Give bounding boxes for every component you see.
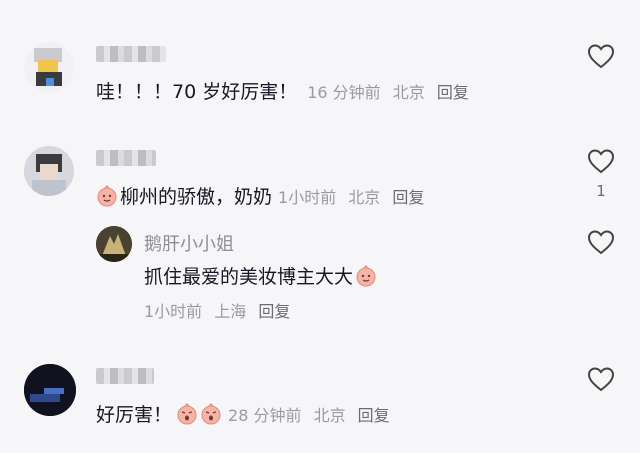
comment-list: 哇！！！70 岁好厉害！ 16 分钟前 北京 回复 柳州的骄傲，奶奶 1小时前 … [0, 0, 640, 453]
avatar[interactable] [24, 364, 76, 416]
comment-time: 1小时前 [278, 187, 337, 207]
comment-location: 北京 [348, 187, 381, 207]
like-heart-icon[interactable] [587, 148, 615, 174]
reply-button[interactable]: 回复 [392, 188, 424, 207]
comment-location: 北京 [392, 82, 425, 102]
reply-text-row: 抓住最爱的美妆博主大大 [144, 262, 377, 289]
reply-location: 上海 [214, 302, 247, 321]
avatar[interactable] [24, 146, 74, 196]
like-count: 1 [596, 182, 606, 200]
comment-text: 好厉害！ [96, 404, 173, 426]
reply-meta-row: 1小时前 上海 回复 [144, 298, 297, 322]
smile-blush-emoji [96, 184, 118, 207]
avatar[interactable] [24, 42, 74, 92]
comment-text-row: 柳州的骄傲，奶奶 1小时前 北京 回复 [96, 182, 431, 209]
comment-time: 28 分钟前 [228, 405, 302, 425]
reply-button[interactable]: 回复 [437, 83, 469, 102]
reply-username[interactable]: 鹅肝小小姐 [144, 230, 234, 256]
username-blurred[interactable] [96, 368, 154, 384]
reply-button[interactable]: 回复 [258, 302, 290, 321]
username-blurred[interactable] [96, 150, 156, 166]
reply-time: 1小时前 [144, 302, 203, 321]
username-blurred[interactable] [96, 46, 166, 62]
smile-blush-emoji [355, 264, 377, 287]
like-heart-icon[interactable] [587, 43, 615, 69]
reply-button[interactable]: 回复 [358, 406, 390, 425]
like-heart-icon[interactable] [587, 366, 615, 392]
like-heart-icon[interactable] [587, 229, 615, 255]
comment-text-row: 哇！！！70 岁好厉害！ 16 分钟前 北京 回复 [96, 77, 476, 104]
comment-text-row: 好厉害！ 28 分钟前 北京 回复 [96, 400, 397, 427]
comment-meta: 16 分钟前 北京 回复 [307, 79, 476, 103]
avatar[interactable] [96, 226, 132, 262]
comment-text: 哇！！！70 岁好厉害！ [96, 81, 298, 103]
reply-meta: 1小时前 上海 回复 [144, 298, 297, 322]
comment-location: 北京 [313, 405, 346, 425]
comment-meta: 28 分钟前 北京 回复 [228, 402, 397, 426]
comment-time: 16 分钟前 [307, 82, 381, 102]
comment-meta: 1小时前 北京 回复 [278, 184, 431, 208]
surprised-emoji [176, 402, 198, 425]
comment-text: 柳州的骄傲，奶奶 [120, 186, 273, 208]
reply-text: 抓住最爱的美妆博主大大 [144, 266, 354, 288]
surprised-emoji [200, 402, 222, 425]
